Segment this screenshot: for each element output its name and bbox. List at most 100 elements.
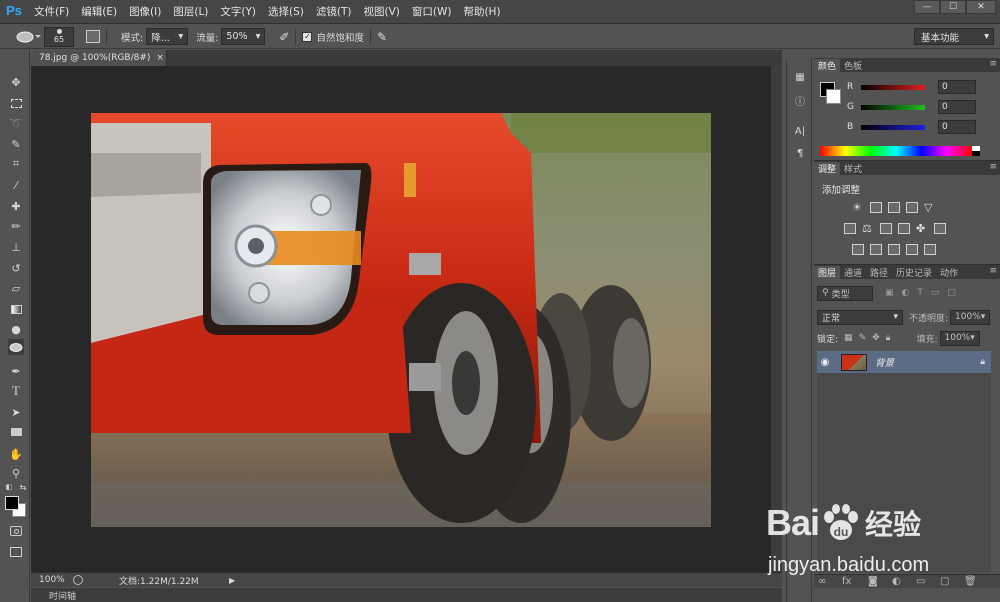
gradient-map-icon[interactable] [906, 244, 918, 255]
lasso-tool-icon[interactable]: ➰ [8, 115, 24, 131]
panel-menu-icon[interactable]: ≡ [989, 266, 997, 276]
menu-type[interactable]: 文字(Y) [214, 4, 262, 19]
layer-style-icon[interactable]: fx [842, 576, 851, 587]
tab-history[interactable]: 历史记录 [892, 266, 936, 279]
black-white-ramp[interactable] [972, 146, 980, 156]
brush-tool-icon[interactable]: ✏ [8, 218, 24, 234]
pen-tool-icon[interactable]: ✒ [8, 363, 24, 379]
black-white-icon[interactable] [880, 223, 892, 234]
gradient-tool-icon[interactable] [8, 301, 24, 317]
panel-menu-icon[interactable]: ≡ [989, 162, 997, 172]
menu-select[interactable]: 选择(S) [262, 4, 310, 19]
document-image[interactable] [91, 113, 711, 527]
flow-input[interactable]: 50% ▾ [221, 28, 266, 45]
layer-row[interactable]: ◉ 背景 🔒︎ [817, 351, 991, 373]
lock-transparent-icon[interactable]: ▦ [844, 333, 853, 343]
blend-mode-select[interactable]: 正常 ▾ [817, 309, 903, 325]
menu-filter[interactable]: 滤镜(T) [310, 4, 358, 19]
filter-adjustment-icon[interactable]: ◐ [902, 288, 910, 298]
brush-panel-toggle-icon[interactable] [86, 30, 100, 43]
red-slider[interactable] [861, 84, 925, 90]
blue-value-input[interactable]: 0 [938, 120, 976, 134]
fill-input[interactable]: 100% ▾ [939, 330, 980, 346]
levels-icon[interactable] [870, 202, 882, 213]
close-button[interactable]: ✕ [966, 0, 996, 14]
close-icon[interactable]: × [156, 53, 164, 63]
menu-help[interactable]: 帮助(H) [457, 4, 506, 19]
menu-window[interactable]: 窗口(W) [406, 4, 458, 19]
history-panel-icon[interactable]: ▦ [793, 70, 807, 84]
zoom-tool-icon[interactable]: ⚲ [8, 465, 24, 481]
selective-color-icon[interactable] [924, 244, 936, 255]
tab-color[interactable]: 颜色 [814, 59, 841, 72]
eye-icon[interactable]: ◉ [817, 357, 833, 368]
tab-swatches[interactable]: 色板 [840, 59, 866, 72]
tab-styles[interactable]: 样式 [840, 162, 866, 175]
healing-brush-tool-icon[interactable]: ✚ [8, 198, 24, 214]
move-tool-icon[interactable]: ✥ [8, 74, 24, 90]
filter-type-icon[interactable]: T [917, 288, 923, 298]
brush-size-picker[interactable]: 65 [44, 26, 74, 47]
path-selection-tool-icon[interactable]: ➤ [8, 404, 24, 420]
green-slider[interactable] [861, 104, 925, 110]
channel-mixer-icon[interactable]: ✤ [916, 222, 928, 235]
filter-smart-object-icon[interactable]: ▢ [947, 288, 956, 298]
posterize-icon[interactable] [870, 244, 882, 255]
airbrush-icon[interactable]: ✐ [279, 30, 289, 44]
default-colors-icon[interactable]: ◧ [4, 482, 14, 492]
foreground-color-swatch[interactable] [5, 496, 19, 510]
color-lookup-icon[interactable] [934, 223, 946, 234]
lock-all-icon[interactable]: 🔒︎ [886, 333, 891, 343]
menu-file[interactable]: 文件(F) [28, 4, 75, 19]
tab-paths[interactable]: 路径 [866, 266, 892, 279]
layer-filter-select[interactable]: ⚲ 类型 [817, 285, 873, 301]
rectangle-tool-icon[interactable] [8, 424, 24, 440]
trash-icon[interactable]: 🗑︎ [964, 576, 977, 587]
invert-icon[interactable] [852, 244, 864, 255]
new-layer-icon[interactable]: ▢ [940, 576, 949, 587]
eraser-tool-icon[interactable]: ▱ [8, 280, 24, 296]
new-adjustment-layer-icon[interactable]: ◐ [892, 576, 901, 587]
panel-background-swatch[interactable] [826, 89, 841, 104]
blur-tool-icon[interactable]: ● [8, 321, 24, 337]
layer-name[interactable]: 背景 [875, 355, 894, 369]
curves-icon[interactable] [888, 202, 900, 213]
hue-saturation-icon[interactable] [844, 223, 856, 234]
mode-select[interactable]: 降... ▾ [146, 28, 189, 45]
eyedropper-tool-icon[interactable]: ⁄ [8, 177, 24, 193]
swap-colors-icon[interactable]: ⇆ [18, 482, 28, 492]
lock-image-icon[interactable]: ✎ [859, 333, 867, 343]
type-tool-icon[interactable]: T [8, 383, 24, 399]
threshold-icon[interactable] [888, 244, 900, 255]
exposure-icon[interactable] [906, 202, 918, 213]
maximize-button[interactable]: ☐ [940, 0, 966, 14]
zoom-level[interactable]: 100% [31, 575, 67, 585]
status-menu-arrow-icon[interactable]: ▶ [229, 576, 235, 585]
lock-position-icon[interactable]: ✥ [872, 333, 880, 343]
marquee-tool-icon[interactable] [8, 95, 24, 111]
paragraph-panel-icon[interactable]: ¶ [793, 146, 807, 160]
hand-tool-icon[interactable]: ✋ [8, 446, 24, 462]
minimize-button[interactable]: — [914, 0, 940, 14]
document-tab[interactable]: 78.jpg @ 100%(RGB/8#) × [31, 50, 167, 66]
menu-view[interactable]: 视图(V) [357, 4, 405, 19]
tab-actions[interactable]: 动作 [936, 266, 962, 279]
add-mask-icon[interactable]: ◙ [868, 576, 878, 587]
panel-menu-icon[interactable]: ≡ [989, 59, 997, 69]
timeline-panel-tab[interactable]: 时间轴 [31, 588, 782, 602]
color-balance-icon[interactable]: ⚖ [862, 222, 874, 235]
pressure-size-icon[interactable]: ✎ [377, 30, 387, 44]
workspace-select[interactable]: 基本功能 ▾ [914, 28, 994, 45]
photo-filter-icon[interactable] [898, 223, 910, 234]
red-value-input[interactable]: 0 [938, 80, 976, 94]
new-group-icon[interactable]: ▭ [916, 576, 925, 587]
green-value-input[interactable]: 0 [938, 100, 976, 114]
sponge-tool-icon[interactable] [8, 339, 24, 355]
clone-stamp-tool-icon[interactable]: ⊥ [8, 239, 24, 255]
menu-layer[interactable]: 图层(L) [167, 4, 214, 19]
screen-mode-icon[interactable] [8, 544, 24, 560]
quick-selection-tool-icon[interactable]: ✎ [8, 136, 24, 152]
character-panel-icon[interactable]: A| [793, 124, 807, 138]
blue-slider[interactable] [861, 124, 925, 130]
vertical-scrollbar[interactable] [771, 66, 782, 572]
